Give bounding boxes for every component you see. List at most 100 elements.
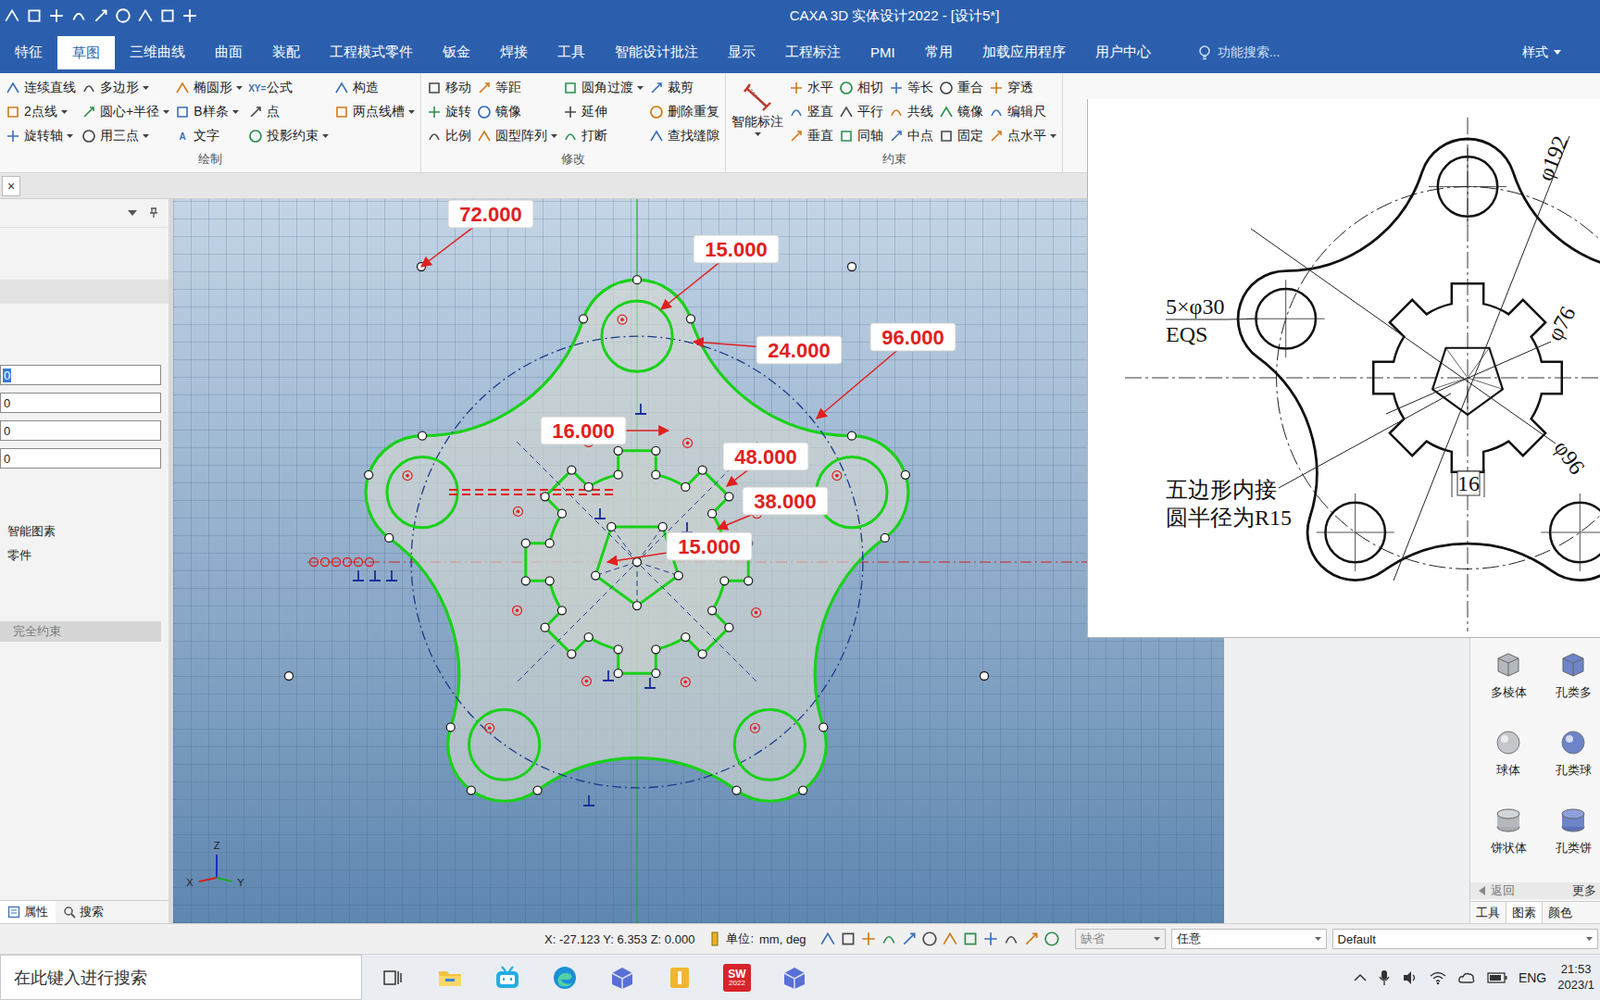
coincident-constraint-icon[interactable]	[310, 558, 319, 567]
quick-access-icon[interactable]	[114, 7, 132, 25]
sketch-point[interactable]	[446, 723, 455, 732]
sketch-point[interactable]	[848, 262, 857, 272]
dimension-label[interactable]: 38.000	[717, 487, 828, 529]
menu-tab[interactable]: 装配	[257, 31, 315, 74]
sketch-point[interactable]	[651, 645, 661, 654]
taskbar-app[interactable]	[603, 955, 641, 1000]
perpendicular-constraint-icon[interactable]	[583, 795, 595, 806]
smart-dimension-button[interactable]: 智能标注	[731, 76, 784, 149]
menu-tab[interactable]: 显示	[712, 31, 771, 74]
view-tool-icon[interactable]	[1023, 930, 1040, 948]
unit-value[interactable]: mm, deg	[759, 932, 807, 947]
feature-search[interactable]: 功能搜索...	[1197, 31, 1281, 74]
equal-constraint-icon[interactable]	[462, 489, 471, 495]
library-item[interactable]: 孔类多	[1546, 649, 1600, 727]
sketch-point[interactable]	[285, 672, 294, 681]
sketch-point[interactable]	[681, 482, 690, 491]
menu-tab[interactable]: 智能设计批注	[600, 31, 713, 74]
sketch-point[interactable]	[613, 669, 623, 678]
sketch-point[interactable]	[584, 482, 593, 491]
library-item[interactable]: 多棱体	[1470, 649, 1547, 727]
sketch-point[interactable]	[847, 431, 856, 440]
library-tab[interactable]: 图素	[1505, 901, 1543, 924]
status-dropdown[interactable]: 任意	[1171, 928, 1327, 950]
library-item[interactable]: 孔类球	[1546, 726, 1600, 805]
panel-tab[interactable]: 搜索	[55, 900, 112, 924]
sketch-point[interactable]	[385, 533, 394, 542]
quick-access-icon[interactable]	[92, 7, 110, 25]
cloud-icon[interactable]	[1457, 971, 1476, 985]
ribbon-button[interactable]: 延伸	[562, 100, 644, 124]
menu-tab[interactable]: 草图	[57, 36, 115, 70]
taskbar-app[interactable]	[661, 955, 699, 1000]
ribbon-button[interactable]: 查找缝隙	[649, 125, 720, 148]
ribbon-button[interactable]: 比例	[426, 125, 472, 148]
view-tool-icon[interactable]	[941, 930, 959, 948]
menu-tab[interactable]: 特征	[0, 31, 58, 74]
value-input[interactable]: 0	[0, 392, 162, 413]
sketch-point[interactable]	[418, 431, 427, 440]
constraint-marker-icon[interactable]	[751, 608, 762, 618]
constraint-marker-icon[interactable]	[750, 723, 760, 733]
bolt-hole[interactable]	[469, 709, 540, 780]
clock[interactable]: 21:53 2023/1	[1557, 962, 1595, 994]
panel-option[interactable]: 零件	[7, 543, 169, 568]
sketch-point[interactable]	[540, 623, 550, 632]
bolt-hole[interactable]	[734, 709, 805, 780]
view-tool-icon[interactable]	[839, 930, 857, 948]
dimension-label[interactable]: 15.000	[607, 532, 752, 563]
sketch-point[interactable]	[540, 492, 550, 501]
dimension-label[interactable]: 24.000	[693, 336, 842, 364]
view-tool-icon[interactable]	[982, 930, 1000, 948]
coincident-constraint-icon[interactable]	[354, 558, 363, 567]
sketch-point[interactable]	[633, 558, 642, 567]
constraint-marker-icon[interactable]	[832, 471, 842, 481]
quick-access-icon[interactable]	[159, 7, 176, 25]
equal-constraint-icon[interactable]	[526, 489, 536, 495]
sketch-point[interactable]	[880, 533, 889, 542]
sketch-point[interactable]	[720, 576, 729, 586]
ribbon-button[interactable]: 两点线槽	[334, 100, 415, 124]
ribbon-button[interactable]: 点	[248, 100, 329, 124]
ribbon-button[interactable]: 旋转轴	[5, 125, 76, 148]
view-tool-icon[interactable]	[1043, 930, 1061, 948]
value-input[interactable]: 0	[0, 364, 162, 386]
sketch-point[interactable]	[607, 522, 616, 531]
sketch-point[interactable]	[658, 522, 667, 531]
sketch-point[interactable]	[533, 786, 542, 795]
menu-tab[interactable]: 曲面	[200, 31, 258, 74]
constraint-marker-icon[interactable]	[402, 471, 413, 481]
menu-tab[interactable]: 加载应用程序	[967, 31, 1081, 74]
sketch-point[interactable]	[557, 509, 566, 518]
ribbon-button[interactable]: 垂直	[788, 125, 834, 148]
sketch-point[interactable]	[613, 470, 623, 479]
library-item[interactable]: 饼状体	[1470, 804, 1547, 883]
ribbon-button[interactable]: 固定	[938, 125, 984, 148]
ribbon-button[interactable]: 点水平	[988, 125, 1057, 148]
back-button[interactable]: 返回	[1477, 882, 1515, 900]
equal-constraint-icon[interactable]	[500, 489, 510, 495]
ribbon-button[interactable]: A 文字	[175, 125, 243, 148]
bolt-hole[interactable]	[601, 300, 673, 372]
input-language[interactable]: ENG	[1518, 970, 1547, 986]
ribbon-button[interactable]: 等长	[888, 76, 934, 100]
sketch-point[interactable]	[732, 786, 741, 795]
speaker-icon[interactable]	[1401, 970, 1419, 986]
ribbon-button[interactable]: 圆角过渡	[562, 76, 644, 100]
taskbar-app[interactable]	[775, 955, 813, 1000]
pentagon[interactable]	[595, 526, 679, 606]
ribbon-button[interactable]: 共线	[888, 100, 934, 124]
ribbon-button[interactable]: 用三点	[81, 125, 170, 148]
panel-option[interactable]: 智能图素	[7, 519, 169, 544]
ribbon-button[interactable]: 竖直	[788, 100, 834, 124]
menu-tab[interactable]: 钣金	[427, 31, 486, 74]
menu-tab[interactable]: 常用	[910, 31, 968, 74]
constraint-marker-icon[interactable]	[512, 506, 523, 516]
style-menu[interactable]: 样式	[1522, 31, 1562, 74]
sketch-point[interactable]	[567, 650, 576, 659]
quick-access-icon[interactable]	[3, 7, 21, 25]
sketch-drawing[interactable]: 72.00015.00024.00096.00016.00048.00038.0…	[173, 199, 1225, 924]
value-input[interactable]: 0	[0, 420, 162, 441]
status-dropdown[interactable]: 缺省	[1075, 928, 1166, 950]
library-tab[interactable]: 颜色	[1542, 901, 1578, 924]
